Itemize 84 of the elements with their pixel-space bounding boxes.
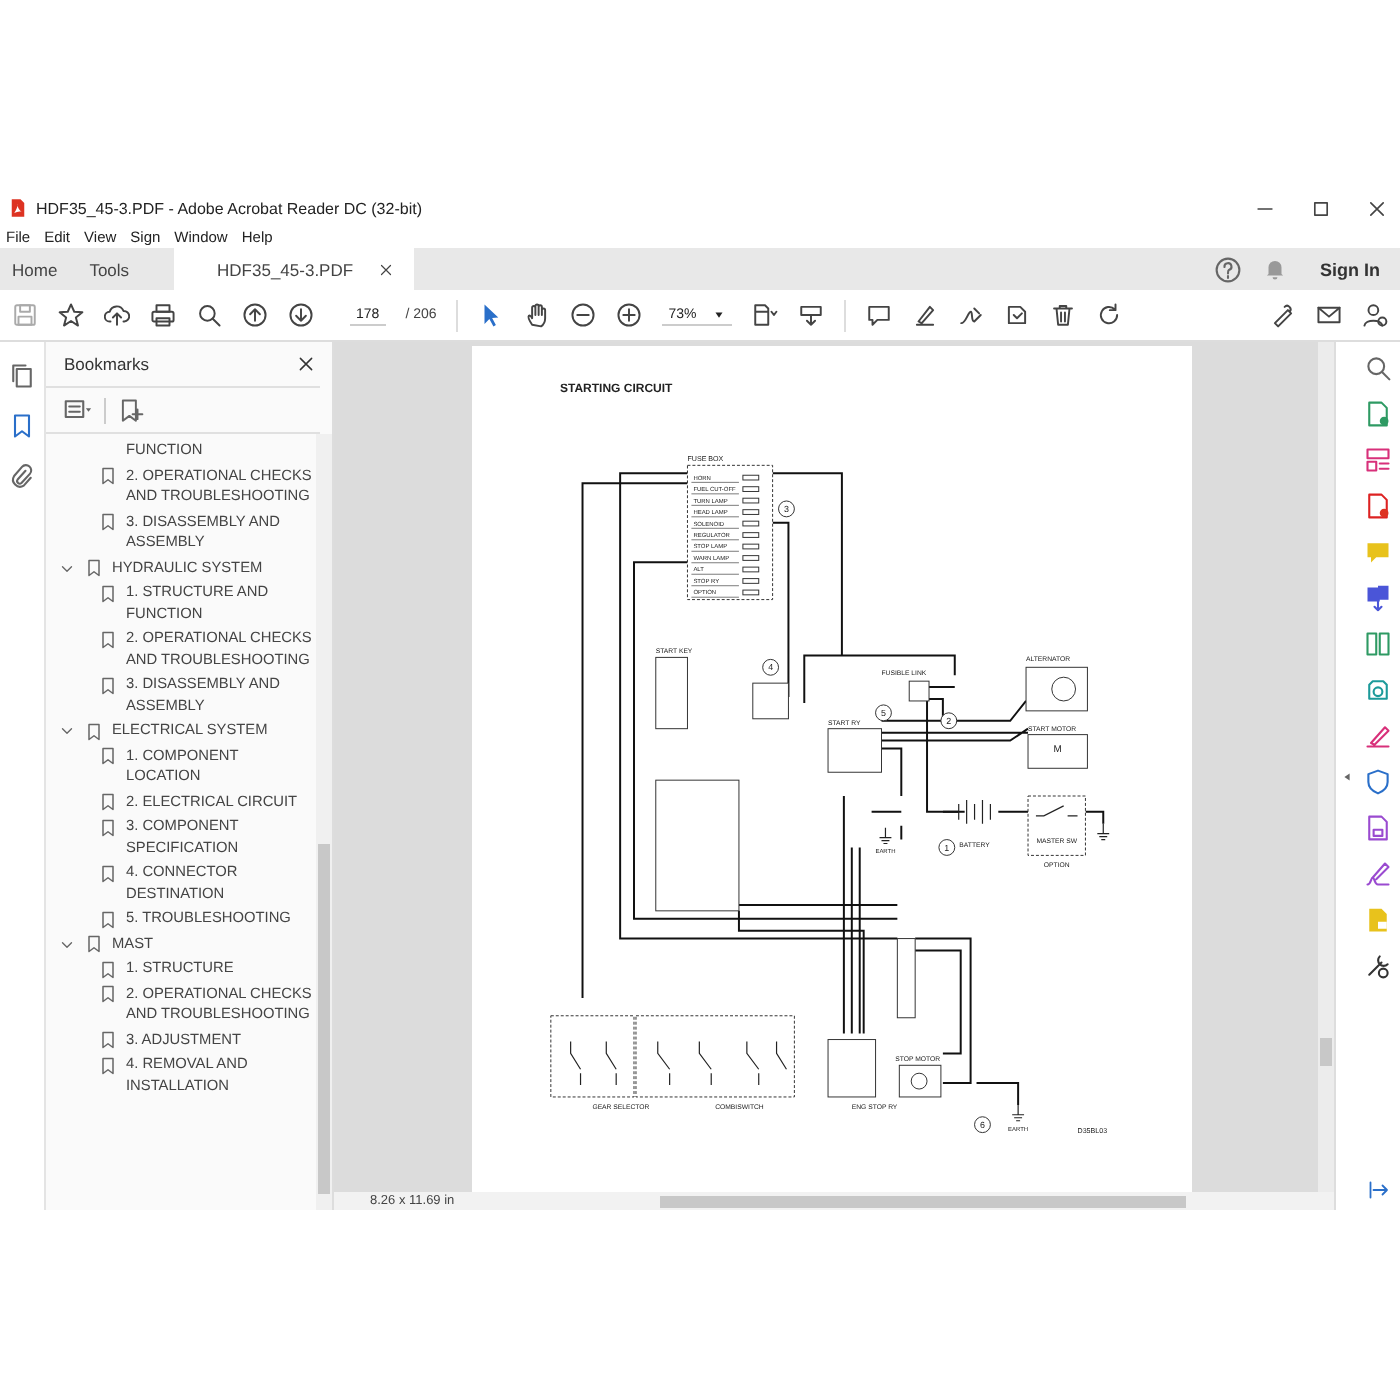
bookmark-icon <box>98 629 118 649</box>
connector <box>752 682 789 720</box>
arrow-up-icon[interactable] <box>242 302 268 328</box>
paperclip-icon[interactable] <box>8 462 36 490</box>
signature-icon[interactable] <box>958 302 985 328</box>
caret-icon <box>712 307 727 321</box>
help-icon[interactable] <box>1214 255 1242 283</box>
callout-circle <box>938 839 956 856</box>
callout-circle <box>940 712 958 730</box>
star-icon[interactable] <box>58 302 84 328</box>
scrollbar[interactable] <box>1318 342 1334 1192</box>
callout-circle <box>778 500 795 518</box>
combine-icon[interactable] <box>1363 584 1391 612</box>
rotate-icon[interactable] <box>1096 302 1123 328</box>
document-icon[interactable] <box>1363 492 1391 520</box>
gear-selector <box>550 1015 635 1098</box>
layout-icon[interactable] <box>1363 446 1391 474</box>
panel-title: Bookmarks <box>64 354 150 374</box>
start-relay <box>827 728 882 773</box>
tab[interactable]: Home <box>0 248 74 290</box>
alternator-symbol <box>1051 676 1077 702</box>
pen-icon[interactable] <box>1363 722 1391 750</box>
earth-symbol <box>878 827 892 845</box>
pages-icon[interactable] <box>8 362 36 390</box>
bookmark-icon[interactable] <box>8 412 36 440</box>
close-icon[interactable] <box>296 354 316 374</box>
motor-symbol <box>910 1072 928 1090</box>
scrollbar[interactable] <box>316 434 332 1210</box>
bookmark-icon <box>98 863 118 883</box>
callout-circle <box>875 704 892 722</box>
zoom-in-icon[interactable] <box>616 302 643 328</box>
add-bookmark-icon[interactable] <box>118 397 144 423</box>
expand-panel-icon[interactable] <box>1365 1178 1389 1202</box>
arrow-down-icon[interactable] <box>288 302 314 328</box>
columns-icon[interactable] <box>1363 630 1391 658</box>
chevron-down-icon[interactable] <box>58 722 76 740</box>
pen-icon[interactable] <box>1270 302 1296 328</box>
document-icon[interactable] <box>1363 814 1391 842</box>
start-key <box>655 656 688 730</box>
earth-symbol <box>1096 823 1110 841</box>
window-title: HDF35_45-3.PDF - Adobe Acrobat Reader DC (32-bit) <box>36 199 422 217</box>
option-frame <box>1027 795 1086 856</box>
trash-icon[interactable] <box>1050 302 1077 328</box>
page-fit-icon[interactable] <box>752 302 779 328</box>
collapse-arrow-icon[interactable] <box>1340 769 1354 783</box>
document-check-icon[interactable] <box>1004 302 1031 328</box>
comment-icon[interactable] <box>866 302 893 328</box>
close-icon[interactable] <box>377 261 394 277</box>
maximize-icon[interactable] <box>1310 197 1332 219</box>
bookmark-icon <box>98 512 118 532</box>
scan-icon[interactable] <box>1363 676 1391 704</box>
signature-icon[interactable] <box>1363 860 1391 888</box>
callout-circle <box>974 1116 991 1134</box>
search-icon[interactable] <box>1363 354 1391 382</box>
start-motor <box>1027 734 1088 769</box>
sign-in-button[interactable]: Sign In <box>1320 259 1380 279</box>
options-icon[interactable] <box>64 396 92 424</box>
bookmark-icon <box>98 466 118 486</box>
bookmark-icon <box>98 675 118 695</box>
engine-stop-relay <box>827 1039 877 1098</box>
callout-circle <box>762 658 780 676</box>
mail-icon[interactable] <box>1316 302 1342 328</box>
shield-icon[interactable] <box>1363 768 1391 796</box>
earth-symbol <box>1011 1104 1025 1122</box>
tab[interactable]: Tools <box>73 248 146 290</box>
pdf-file-icon <box>8 198 28 218</box>
print-icon[interactable] <box>150 302 176 328</box>
relay-panel <box>655 779 740 912</box>
battery-symbol <box>958 799 991 825</box>
zoom-out-icon[interactable] <box>570 302 597 328</box>
wrench-icon[interactable] <box>1363 952 1391 980</box>
fusible-link <box>908 680 930 702</box>
switch-symbol <box>1035 805 1079 817</box>
user-plus-icon[interactable] <box>1362 302 1388 328</box>
wire <box>975 1082 1020 1106</box>
connector-strip <box>896 938 916 1019</box>
tab[interactable]: HDF35_45-3.PDF <box>173 248 414 290</box>
close-icon[interactable] <box>1366 197 1388 219</box>
highlighter-icon[interactable] <box>912 302 939 328</box>
hand-icon[interactable] <box>524 302 551 328</box>
search-icon[interactable] <box>196 302 222 328</box>
scroll-icon[interactable] <box>798 302 825 328</box>
cloud-upload-icon[interactable] <box>104 302 130 328</box>
document-icon[interactable] <box>1363 400 1391 428</box>
